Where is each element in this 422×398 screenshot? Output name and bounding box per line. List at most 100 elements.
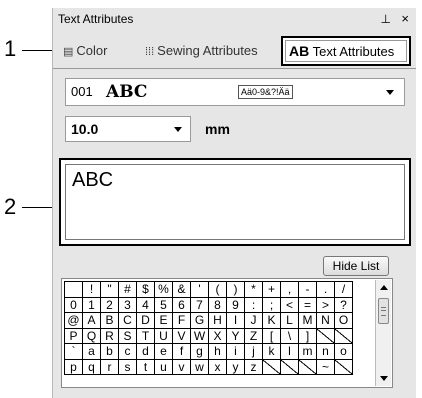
char-cell[interactable]: ` — [65, 344, 83, 360]
char-cell[interactable]: Y — [227, 328, 245, 344]
char-cell[interactable]: 9 — [227, 297, 245, 313]
char-cell[interactable]: l — [281, 344, 299, 360]
char-cell[interactable]: - — [299, 282, 317, 298]
char-cell[interactable]: p — [65, 359, 83, 375]
pin-icon[interactable]: ⊥ — [381, 8, 391, 30]
char-cell[interactable]: u — [155, 359, 173, 375]
close-icon[interactable]: × — [401, 8, 409, 30]
char-cell[interactable] — [317, 328, 335, 344]
char-cell[interactable]: K — [263, 313, 281, 329]
char-cell[interactable]: & — [173, 282, 191, 298]
char-cell[interactable]: W — [191, 328, 209, 344]
scroll-thumb[interactable] — [378, 298, 389, 324]
char-cell[interactable]: j — [245, 344, 263, 360]
char-cell[interactable]: v — [173, 359, 191, 375]
size-dropdown[interactable]: 10.0 — [65, 116, 191, 142]
char-cell[interactable]: k — [263, 344, 281, 360]
char-cell[interactable]: < — [281, 297, 299, 313]
char-cell[interactable]: F — [173, 313, 191, 329]
scroll-down-icon[interactable] — [380, 376, 388, 381]
text-input[interactable]: ABC — [65, 164, 405, 240]
char-cell[interactable]: 4 — [137, 297, 155, 313]
char-cell[interactable]: L — [281, 313, 299, 329]
char-cell[interactable] — [335, 328, 353, 344]
char-cell[interactable]: V — [173, 328, 191, 344]
char-cell[interactable]: $ — [137, 282, 155, 298]
char-cell[interactable]: x — [209, 359, 227, 375]
char-cell[interactable]: 2 — [101, 297, 119, 313]
char-cell[interactable]: h — [209, 344, 227, 360]
char-cell[interactable]: 5 — [155, 297, 173, 313]
char-cell[interactable]: X — [209, 328, 227, 344]
hide-list-button[interactable]: Hide List — [323, 256, 389, 276]
char-cell[interactable]: c — [119, 344, 137, 360]
char-cell[interactable]: e — [155, 344, 173, 360]
char-cell[interactable]: A — [83, 313, 101, 329]
char-cell[interactable]: w — [191, 359, 209, 375]
char-cell[interactable]: 1 — [83, 297, 101, 313]
char-cell[interactable]: ~ — [317, 359, 335, 375]
char-cell[interactable]: ' — [191, 282, 209, 298]
char-cell[interactable]: M — [299, 313, 317, 329]
char-cell[interactable]: r — [101, 359, 119, 375]
char-cell[interactable]: 7 — [191, 297, 209, 313]
char-cell[interactable]: \ — [281, 328, 299, 344]
char-cell[interactable]: ( — [209, 282, 227, 298]
char-cell[interactable]: , — [281, 282, 299, 298]
char-cell[interactable] — [335, 359, 353, 375]
scroll-up-icon[interactable] — [380, 285, 388, 290]
char-cell[interactable]: 0 — [65, 297, 83, 313]
char-cell[interactable]: 8 — [209, 297, 227, 313]
char-cell[interactable]: [ — [263, 328, 281, 344]
char-cell[interactable]: * — [245, 282, 263, 298]
char-cell[interactable]: d — [137, 344, 155, 360]
char-cell[interactable]: % — [155, 282, 173, 298]
char-cell[interactable]: S — [119, 328, 137, 344]
char-cell[interactable]: D — [137, 313, 155, 329]
char-cell[interactable]: + — [263, 282, 281, 298]
char-cell[interactable]: b — [101, 344, 119, 360]
char-cell[interactable]: s — [119, 359, 137, 375]
char-cell[interactable] — [263, 359, 281, 375]
font-dropdown[interactable]: 001 ABC Aä0-9&?!Ää — [65, 78, 405, 106]
char-cell[interactable]: g — [191, 344, 209, 360]
char-cell[interactable]: N — [317, 313, 335, 329]
char-cell[interactable]: 3 — [119, 297, 137, 313]
char-cell[interactable]: ) — [227, 282, 245, 298]
char-cell[interactable]: ] — [299, 328, 317, 344]
char-cell[interactable]: t — [137, 359, 155, 375]
char-cell[interactable] — [299, 359, 317, 375]
char-cell[interactable]: q — [83, 359, 101, 375]
char-cell[interactable]: i — [227, 344, 245, 360]
char-cell[interactable] — [281, 359, 299, 375]
char-cell[interactable]: O — [335, 313, 353, 329]
char-cell[interactable]: U — [155, 328, 173, 344]
char-cell[interactable]: C — [119, 313, 137, 329]
char-cell[interactable]: G — [191, 313, 209, 329]
char-cell[interactable]: H — [209, 313, 227, 329]
char-cell[interactable]: = — [299, 297, 317, 313]
char-cell[interactable]: P — [65, 328, 83, 344]
char-cell[interactable]: f — [173, 344, 191, 360]
tab-text-attributes[interactable]: AB Text Attributes — [281, 36, 411, 66]
char-cell[interactable] — [65, 282, 83, 298]
char-cell[interactable]: a — [83, 344, 101, 360]
char-cell[interactable]: B — [101, 313, 119, 329]
char-cell[interactable]: R — [101, 328, 119, 344]
char-cell[interactable]: ! — [83, 282, 101, 298]
char-cell[interactable]: Q — [83, 328, 101, 344]
char-cell[interactable]: 6 — [173, 297, 191, 313]
char-cell[interactable]: Z — [245, 328, 263, 344]
char-cell[interactable]: z — [245, 359, 263, 375]
character-list-scrollbar[interactable] — [375, 280, 391, 386]
char-cell[interactable]: : — [245, 297, 263, 313]
tab-color[interactable]: ▤ Color — [63, 40, 133, 62]
char-cell[interactable]: n — [317, 344, 335, 360]
char-cell[interactable]: ? — [335, 297, 353, 313]
char-cell[interactable]: T — [137, 328, 155, 344]
char-cell[interactable]: @ — [65, 313, 83, 329]
char-cell[interactable]: " — [101, 282, 119, 298]
char-cell[interactable]: o — [335, 344, 353, 360]
char-cell[interactable]: y — [227, 359, 245, 375]
char-cell[interactable]: > — [317, 297, 335, 313]
